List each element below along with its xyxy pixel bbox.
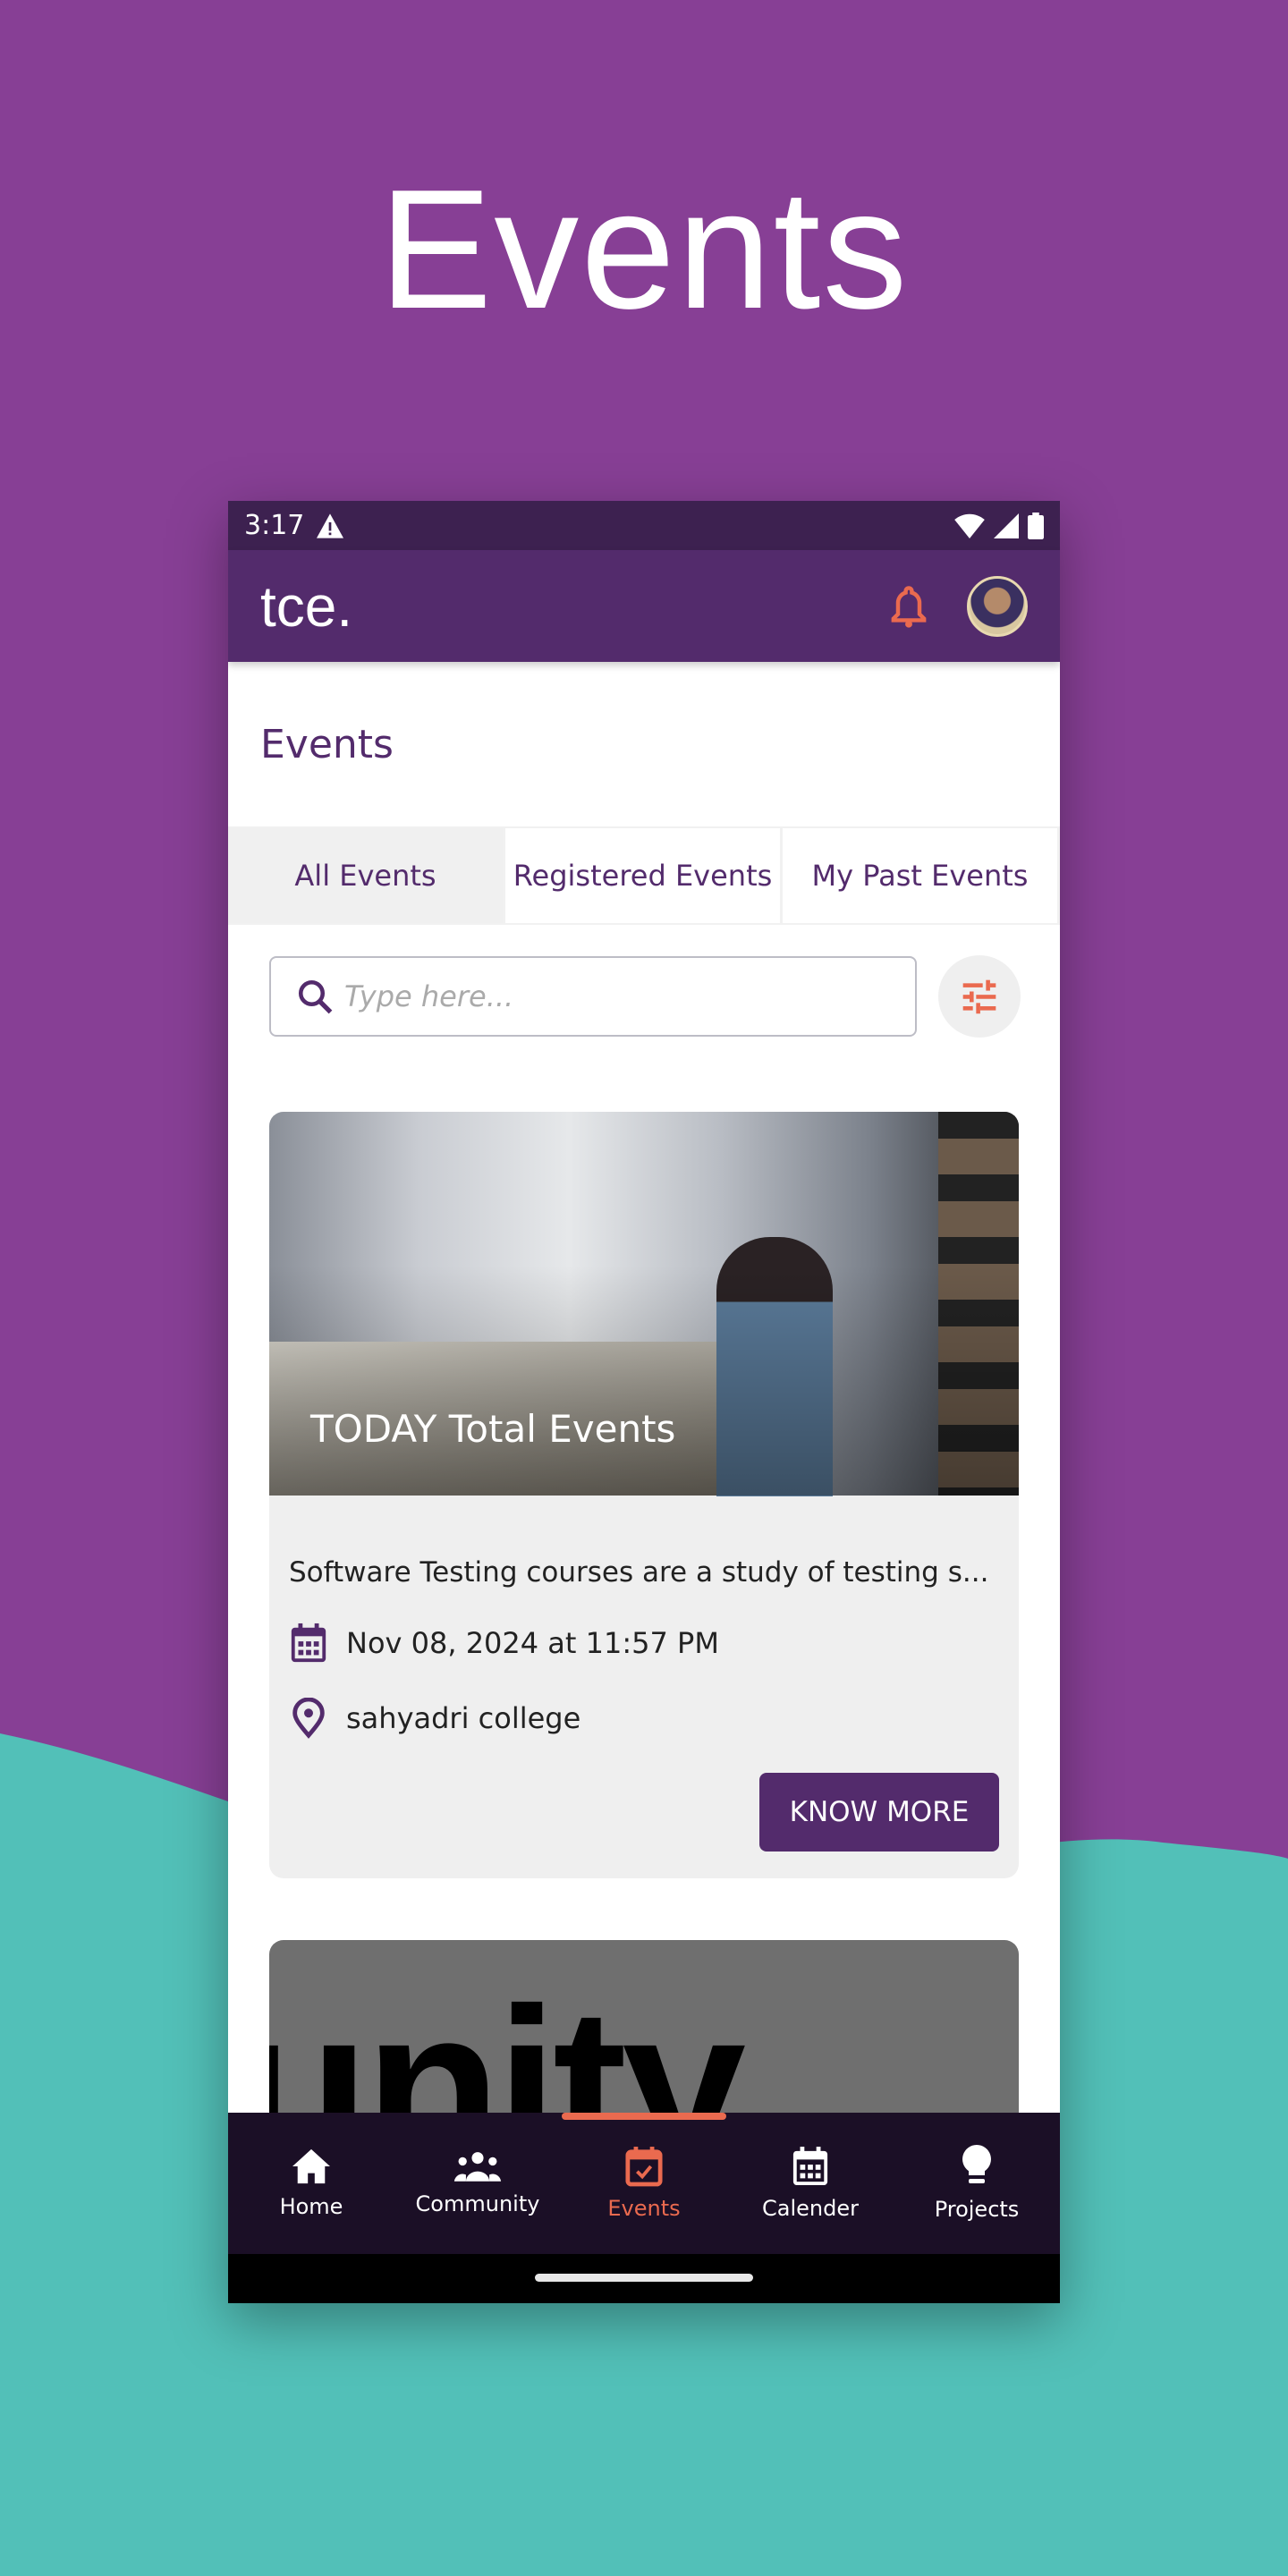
nav-label: Calender (762, 2196, 859, 2221)
event-date-row: Nov 08, 2024 at 11:57 PM (289, 1623, 999, 1664)
event-image: TODAY Total Events (269, 1112, 1019, 1496)
nav-calender[interactable]: Calender (727, 2113, 894, 2254)
warning-icon (317, 513, 344, 538)
home-gesture-bar[interactable] (535, 2274, 753, 2282)
status-bar: 3:17 (228, 501, 1060, 550)
event-location-row: sahyadri college (289, 1698, 999, 1739)
avatar[interactable] (967, 575, 1028, 637)
nav-projects[interactable]: Projects (894, 2113, 1060, 2254)
nav-community[interactable]: Community (394, 2113, 561, 2254)
search-icon (298, 979, 333, 1014)
community-icon (453, 2152, 502, 2182)
battery-icon (1028, 512, 1044, 539)
know-more-button[interactable]: KNOW MORE (759, 1773, 999, 1852)
nav-label: Home (279, 2194, 343, 2219)
tab-all-events[interactable]: All Events (228, 828, 505, 923)
home-icon (292, 2148, 330, 2184)
filter-button[interactable] (938, 955, 1021, 1038)
event-date: Nov 08, 2024 at 11:57 PM (346, 1626, 719, 1660)
nav-events[interactable]: Events (561, 2113, 727, 2254)
search-row (228, 925, 1060, 1086)
nav-home[interactable]: Home (228, 2113, 394, 2254)
search-box[interactable] (269, 956, 917, 1037)
event-description: Software Testing courses are a study of … (289, 1556, 989, 1589)
app-bar: tce. (228, 550, 1060, 662)
calendar-icon (792, 2147, 828, 2185)
tab-registered-events[interactable]: Registered Events (505, 828, 783, 923)
calendar-icon (291, 1623, 326, 1663)
phone-screen: 3:17 tce. Events All Events Registered E… (228, 501, 1060, 2303)
event-location: sahyadri college (346, 1701, 581, 1735)
tune-icon (962, 979, 996, 1014)
event-card[interactable]: TODAY Total Events Software Testing cour… (269, 1112, 1019, 1878)
search-input[interactable] (344, 979, 881, 1013)
lightbulb-icon (962, 2145, 991, 2183)
event-check-icon (625, 2147, 663, 2187)
page-title: Events (260, 721, 394, 767)
event-tabs: All Events Registered Events My Past Eve… (228, 826, 1060, 925)
event-image-caption: TODAY Total Events (310, 1407, 676, 1451)
tab-my-past-events[interactable]: My Past Events (783, 828, 1060, 923)
signal-icon (994, 513, 1019, 538)
nav-label: Community (415, 2191, 540, 2216)
bell-icon[interactable] (890, 585, 928, 628)
hero-title: Events (378, 155, 910, 344)
app-logo: tce. (260, 573, 353, 639)
location-pin-icon (292, 1698, 325, 1739)
nav-label: Projects (934, 2197, 1020, 2222)
gesture-area (228, 2254, 1060, 2303)
active-tab-indicator (562, 2113, 726, 2120)
nav-label: Events (607, 2196, 681, 2221)
status-time: 3:17 (244, 510, 305, 541)
wifi-icon (954, 513, 985, 538)
bottom-navigation: Home Community Events Calender Projects (228, 2113, 1060, 2254)
